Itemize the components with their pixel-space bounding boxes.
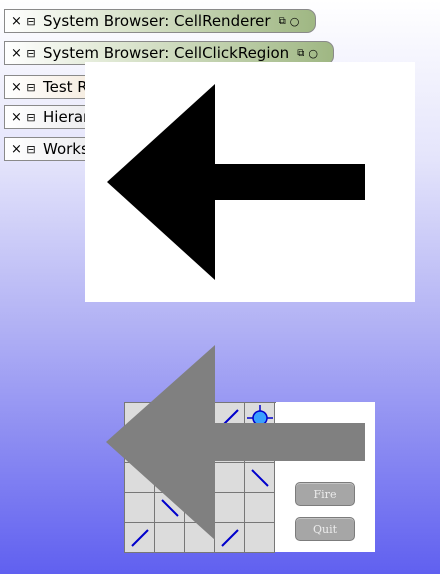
grid-cell[interactable] bbox=[125, 403, 155, 433]
grid-cell[interactable] bbox=[245, 523, 275, 553]
close-icon[interactable]: × bbox=[11, 14, 22, 29]
grid-cell-line-backslash[interactable] bbox=[155, 493, 185, 523]
grid-cell[interactable] bbox=[215, 433, 245, 463]
arrow-panel bbox=[85, 62, 415, 302]
target-icon bbox=[247, 405, 273, 431]
game-window: Fire Quit bbox=[124, 402, 375, 553]
grid-cell[interactable] bbox=[155, 403, 185, 433]
grid-cell[interactable] bbox=[185, 403, 215, 433]
fire-button[interactable]: Fire bbox=[295, 482, 355, 506]
close-icon[interactable]: × bbox=[11, 80, 22, 95]
grid-cell[interactable] bbox=[155, 463, 185, 493]
left-arrow-icon bbox=[107, 84, 365, 280]
close-icon[interactable]: × bbox=[11, 142, 22, 157]
collapse-icon[interactable]: ⧉ bbox=[297, 48, 304, 59]
close-icon[interactable]: × bbox=[11, 110, 22, 125]
grid-cell[interactable] bbox=[125, 493, 155, 523]
grid-cell-line-slash[interactable] bbox=[125, 523, 155, 553]
grid-cell-target[interactable] bbox=[245, 403, 275, 433]
slash-line-icon bbox=[131, 529, 149, 547]
window-menu-icon[interactable]: ⊟ bbox=[25, 81, 37, 94]
tab-title: System Browser: CellRenderer bbox=[43, 12, 271, 30]
grid-cell[interactable] bbox=[245, 433, 275, 463]
grid-cell[interactable] bbox=[155, 523, 185, 553]
grid-cell[interactable] bbox=[185, 523, 215, 553]
grid-cell-line-slash[interactable] bbox=[215, 403, 245, 433]
tab-title: System Browser: CellClickRegion bbox=[43, 44, 290, 62]
backslash-line-icon bbox=[251, 469, 269, 487]
expand-icon[interactable]: ○ bbox=[290, 15, 300, 28]
quit-button[interactable]: Quit bbox=[295, 517, 355, 541]
grid-cell-line-slash[interactable] bbox=[215, 523, 245, 553]
window-menu-icon[interactable]: ⊟ bbox=[25, 47, 37, 60]
tab-system-browser-cellrenderer[interactable]: × ⊟ System Browser: CellRenderer ⧉ ○ bbox=[4, 9, 316, 33]
grid-cell[interactable] bbox=[185, 433, 215, 463]
collapse-icon[interactable]: ⧉ bbox=[279, 16, 286, 27]
grid-cell[interactable] bbox=[125, 463, 155, 493]
game-grid bbox=[124, 402, 276, 553]
expand-icon[interactable]: ○ bbox=[308, 47, 318, 60]
slash-line-icon bbox=[221, 409, 239, 427]
window-menu-icon[interactable]: ⊟ bbox=[25, 143, 37, 156]
window-menu-icon[interactable]: ⊟ bbox=[25, 111, 37, 124]
backslash-line-icon bbox=[161, 499, 179, 517]
grid-cell[interactable] bbox=[155, 433, 185, 463]
window-menu-icon[interactable]: ⊟ bbox=[25, 15, 37, 28]
grid-cell[interactable] bbox=[215, 463, 245, 493]
close-icon[interactable]: × bbox=[11, 46, 22, 61]
grid-cell-line-backslash[interactable] bbox=[245, 463, 275, 493]
grid-cell[interactable] bbox=[185, 463, 215, 493]
grid-cell[interactable] bbox=[185, 493, 215, 523]
grid-cell[interactable] bbox=[245, 493, 275, 523]
slash-line-icon bbox=[221, 529, 239, 547]
grid-cell[interactable] bbox=[125, 433, 155, 463]
grid-cell[interactable] bbox=[215, 493, 245, 523]
